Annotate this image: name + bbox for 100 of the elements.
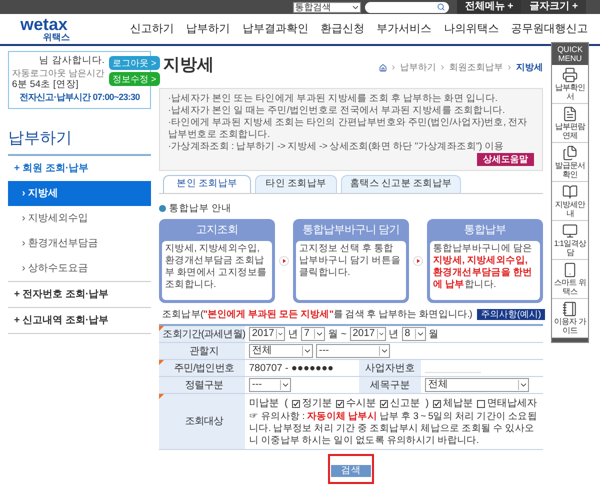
notice-button[interactable]: 주의사항(예시) [477, 309, 546, 320]
field-label: 사업자번호 [365, 362, 415, 376]
quick-menu-item[interactable]: 발급문서확인 [552, 143, 588, 182]
region-select[interactable]: 전체 [249, 344, 313, 358]
remaining-time-text: 6분 54초 [연장] [12, 79, 78, 91]
bullet-icon [159, 205, 166, 212]
quick-menu-item[interactable]: 지방세안내 [552, 182, 588, 221]
monitor-icon [562, 223, 578, 239]
checkbox[interactable] [432, 400, 441, 408]
caret-icon [314, 329, 324, 339]
document-icon [562, 106, 578, 122]
auto-logout-text: 자동로그아웃 남은시간 [12, 67, 105, 79]
caret-icon [376, 329, 385, 339]
checkbox[interactable] [336, 400, 344, 408]
home-icon[interactable] [379, 64, 387, 72]
sidebar-subitem[interactable]: › 지방세 [8, 180, 151, 206]
greeting-text: 님 감사합니다. [39, 55, 105, 67]
sidebar-item[interactable]: + 신고내역 조회·납부 [8, 308, 151, 332]
field-label: 조회기간(과세년월) [162, 328, 246, 342]
logo[interactable]: wetax 위택스 [14, 16, 74, 42]
field-label: 세목구분 [370, 378, 410, 392]
book-icon [562, 184, 578, 200]
checkbox[interactable] [380, 400, 388, 408]
month-select[interactable]: 8 [402, 327, 426, 341]
quick-menu-item[interactable]: 1:1일격상담 [552, 221, 588, 260]
caret-icon [276, 329, 284, 339]
search-icon [436, 3, 445, 11]
guide-title: 통합납부 안내 [169, 202, 232, 216]
caret-icon [414, 329, 425, 339]
id-number-text: 780707 - ●●●●●●● [249, 362, 335, 376]
smartphone-icon [562, 262, 578, 278]
step-text: 고지정보 선택 후 통합납부바구니 담기 버튼을 클릭합니다. [299, 243, 402, 280]
chevron-icon [390, 64, 397, 72]
breadcrumb-link[interactable]: 회원조회납부 [449, 61, 503, 74]
quick-menu-title: QUICK MENU [552, 43, 588, 65]
sidebar-item[interactable]: + 회원 조회·납부 [8, 156, 151, 180]
checkbox-label: 수시분 [346, 397, 376, 411]
note-text: ☞ 유의사항 : 자동이체 납부시 납부 후 3 ~ 5일의 처리 기간이 소요됩니다. 납부정보 처리 기간 중 조회납부시 체납으로 조회될 수 있사오니 이중납부 하시는 일이 없도록 유의하시기 바랍니다. [249, 411, 538, 447]
step-text: 지방세, 지방세외수입, 환경개선부담금 조회납부 화면에서 고지정보를 조회합니다. [165, 243, 268, 292]
info-text: ·납세자가 본인 또는 타인에게 부과된 지방세를 조회 후 납부하는 화면 입니다. [168, 92, 498, 104]
search-scope-select[interactable]: 통합검색 [292, 2, 361, 12]
nav-link[interactable]: 부가서비스 [376, 20, 432, 38]
tab[interactable]: 타인 조회납부 [255, 174, 337, 192]
checkbox-label: 신고분 ) [390, 397, 429, 411]
quick-menu-item[interactable]: 납부편람 연제 [552, 104, 588, 143]
quick-menu-item[interactable]: 스마트 위택스 [552, 260, 588, 299]
caret-icon [302, 346, 312, 356]
tax-type-select[interactable]: 전체 [425, 378, 529, 392]
info-text: ·타인에게 부과된 지방세 조회는 타인의 간편납부번호와 주민(법인/사업자)번호, 전자납부번호로 조회합니다. [168, 116, 528, 140]
nav-link[interactable]: 신고하기 [130, 20, 174, 38]
nav-link[interactable]: 납부하기 [186, 20, 230, 38]
service-hours-text: 전자신고·납부시간 07:00~23:30 [19, 91, 140, 104]
sidebar-subitem[interactable]: › 상하수도요금 [8, 256, 151, 280]
quick-menu-item[interactable]: 납부확인서 [552, 65, 588, 104]
step-text: 통합납부바구니에 담은 지방세, 지방세외수입, 환경개선부담금을 한번에 납부합니다. [433, 243, 534, 292]
help-button[interactable]: 상세도움말 [477, 152, 534, 166]
district-select[interactable]: --- [316, 344, 390, 358]
sidebar-subitem[interactable]: › 환경개선부담금 [8, 230, 151, 256]
field-label: 정렬구분 [184, 378, 224, 392]
step-title: 통합납부 [463, 222, 507, 238]
info-text: ·가상계좌조회 : 납부하기 -> 지방세 -> 상세조회(화면 하단 "가상계좌조회") 이용 [168, 140, 505, 152]
unit-text: 년 [388, 328, 399, 342]
info-text: ·납세자가 본인 일 때는 주민/법인번호로 전국에서 부과된 지방세를 조회합니다. [168, 104, 506, 116]
option-text: 미납분 ( [249, 397, 288, 411]
year-select[interactable]: 2017 [350, 327, 386, 341]
field-label: 주민/법인번호 [174, 362, 234, 376]
month-select[interactable]: 7 [301, 327, 325, 341]
checkbox-label: 면태납세자 [486, 397, 537, 411]
checkbox[interactable] [476, 400, 485, 408]
search-field[interactable] [364, 2, 449, 12]
year-select[interactable]: 2017 [249, 327, 285, 341]
breadcrumb-link[interactable]: 납부하기 [400, 61, 436, 74]
field-label: 조회대상 [184, 415, 224, 429]
checkbox-label: 정기분 [302, 397, 332, 411]
sort-select[interactable]: --- [249, 378, 291, 392]
chevron-icon [506, 64, 513, 72]
documents-icon [562, 145, 578, 161]
nav-link[interactable]: 공무원대행신고 [510, 20, 588, 38]
tab[interactable]: 본인 조회납부 [163, 174, 251, 192]
form-heading: 조회납부("본인에게 부과된 모든 지방세"를 검색 후 납부하는 화면입니다.) [162, 308, 472, 322]
nav-link[interactable]: 납부결과확인 [242, 20, 308, 38]
caret-icon [379, 346, 389, 356]
tab[interactable]: 홈택스 신고분 조회납부 [341, 174, 461, 192]
sidebar-subitem[interactable]: › 지방세외수입 [8, 206, 151, 230]
unit-text: 월 ~ [328, 328, 347, 342]
page-title: 지방세 [163, 54, 214, 76]
step-title: 통합납부바구니 담기 [301, 222, 401, 238]
caret-icon [280, 380, 290, 390]
font-size-button[interactable]: 글자크기 + [521, 0, 586, 14]
unit-text: 월 [428, 328, 439, 342]
sidebar-title: 납부하기 [8, 126, 151, 156]
checkbox[interactable] [292, 400, 300, 408]
nav-link[interactable]: 환급신청 [320, 20, 364, 38]
breadcrumb-link[interactable]: 지방세 [516, 61, 543, 74]
notebook-icon [562, 301, 578, 317]
field-label: 관할지 [190, 344, 218, 358]
nav-link[interactable]: 나의위택스 [444, 20, 499, 38]
step-title: 고지조회 [195, 222, 239, 238]
sidebar-item[interactable]: + 전자번호 조회·납부 [8, 282, 151, 306]
full-menu-button[interactable]: 전체메뉴 + [456, 0, 522, 14]
